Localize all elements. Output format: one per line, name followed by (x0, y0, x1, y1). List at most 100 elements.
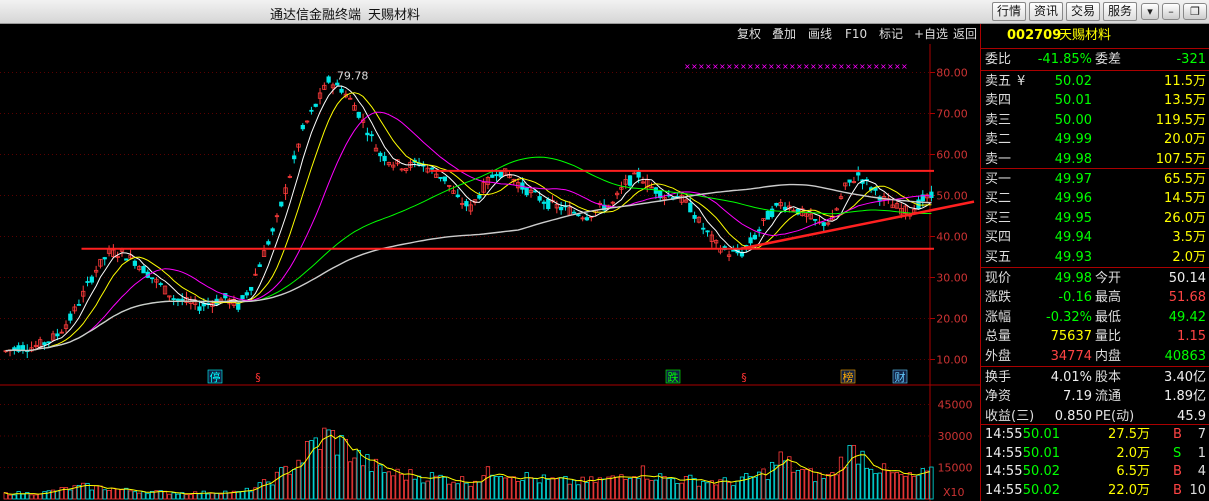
volume-bar (606, 476, 611, 500)
down-arrow-icon[interactable]: ▾ (1141, 3, 1159, 20)
volume-bar (864, 467, 869, 500)
ask-label: 卖五 (985, 74, 1012, 89)
ask-label: 卖二 (985, 132, 1012, 148)
market-button[interactable]: 行情 (992, 2, 1027, 21)
volume-bar (300, 462, 305, 500)
mark-button[interactable]: 标记 (876, 25, 906, 43)
volume-bar (662, 476, 667, 500)
candle-body (584, 217, 590, 221)
bid-volume: 3.5万 (1172, 230, 1206, 246)
ask-row: 卖二 49.99 20.0万 (981, 130, 1209, 149)
f10-button[interactable]: F10 (842, 25, 870, 43)
volume-bar (567, 483, 572, 500)
fundamental-value: 0.850 (1054, 408, 1092, 424)
volume-bar (787, 456, 792, 500)
kline-chart[interactable]: 80.00 70.00 60.00 50.00 40.00 30.00 20.00 10.00… (0, 44, 980, 501)
candle-body (270, 228, 275, 232)
volume-bar (378, 464, 383, 500)
candle-body (335, 82, 340, 86)
volume-bar (834, 474, 839, 500)
volume-bar (890, 472, 895, 500)
volume-bar (326, 429, 331, 500)
signal-marker: × (740, 62, 747, 71)
volume-bar (705, 482, 710, 500)
volume-bar (38, 493, 43, 500)
candle-body (692, 215, 697, 219)
quote-value: 40863 (1164, 348, 1206, 364)
candle-body (326, 76, 331, 83)
back-button[interactable]: 返回 (950, 25, 980, 43)
volume-bar (343, 438, 348, 500)
restore-rights-button[interactable]: 复权 (734, 25, 764, 43)
tick-price: 50.01 (1022, 427, 1060, 442)
volume-bar (528, 477, 534, 500)
bid-row: 买三 49.95 26.0万 (981, 209, 1209, 228)
volume-bar (214, 493, 219, 500)
candle-body (68, 313, 73, 321)
tick-row: 14:55 50.02 6.5万 B 4 (981, 462, 1209, 481)
event-marker: 停 (210, 370, 221, 384)
volume-bar (223, 490, 228, 500)
tick-count: 4 (1197, 464, 1206, 479)
price-tick-label: 20.00 (936, 313, 968, 326)
overlay-button[interactable]: 叠加 (769, 25, 799, 43)
candle-body (89, 276, 94, 283)
candle-body (571, 211, 577, 214)
volume-bar (468, 485, 473, 500)
volume-bar (119, 489, 125, 500)
volume-bar (404, 479, 409, 500)
candle-body (429, 167, 435, 170)
candle-body (541, 201, 547, 204)
candle-body (141, 266, 146, 274)
volume-bar (778, 451, 783, 500)
volume-tick-label: 15000 (938, 462, 973, 475)
quote-value: 49.42 (1168, 309, 1206, 325)
restore-icon[interactable]: ❐ (1183, 3, 1207, 20)
volume-bar (821, 478, 826, 500)
add-watchlist-button[interactable]: +自选 (911, 25, 951, 43)
bid-label: 买四 (985, 230, 1012, 246)
volume-bar (490, 474, 495, 500)
tick-side: B (1173, 464, 1182, 479)
bid-volume: 26.0万 (1164, 210, 1206, 226)
volume-bar (830, 472, 835, 500)
candle-body (240, 295, 245, 300)
volume-bar (804, 469, 809, 500)
draw-line-button[interactable]: 画线 (805, 25, 835, 43)
volume-bar (274, 471, 280, 500)
tick-count: 1 (1197, 445, 1206, 461)
signal-marker: × (845, 62, 852, 71)
volume-bar (89, 489, 94, 500)
volume-bar (205, 493, 211, 500)
volume-bar (649, 480, 654, 500)
signal-marker: × (768, 62, 775, 71)
minimize-icon[interactable]: – (1162, 3, 1180, 20)
candle-body (537, 196, 542, 201)
volume-bar (714, 484, 719, 500)
volume-bar (283, 465, 288, 500)
volume-bar (352, 457, 357, 500)
candle-body (688, 202, 693, 213)
volume-bar (395, 468, 400, 500)
volume-bar (533, 478, 538, 500)
volume-bar (688, 474, 693, 500)
tick-time: 14:55 (985, 482, 1023, 498)
candle-body (171, 298, 176, 300)
volume-bar (447, 483, 452, 500)
signal-marker: × (803, 62, 810, 71)
volume-bar (442, 476, 448, 500)
fundamental-value: 4.01% (1050, 370, 1092, 385)
trade-button[interactable]: 交易 (1066, 2, 1101, 21)
signal-marker: × (698, 62, 705, 71)
candle-body (236, 302, 241, 310)
volume-bar (425, 480, 430, 500)
volume-bar (236, 491, 241, 500)
volume-bar (218, 493, 224, 500)
news-button[interactable]: 资讯 (1029, 2, 1064, 21)
candle-body (813, 218, 818, 221)
service-button[interactable]: 服务 (1103, 2, 1138, 21)
bid-price: 49.96 (1054, 191, 1092, 207)
volume-bar (240, 490, 245, 500)
fundamental-value: 45.9 (1177, 408, 1206, 424)
volume-bar (873, 473, 878, 500)
